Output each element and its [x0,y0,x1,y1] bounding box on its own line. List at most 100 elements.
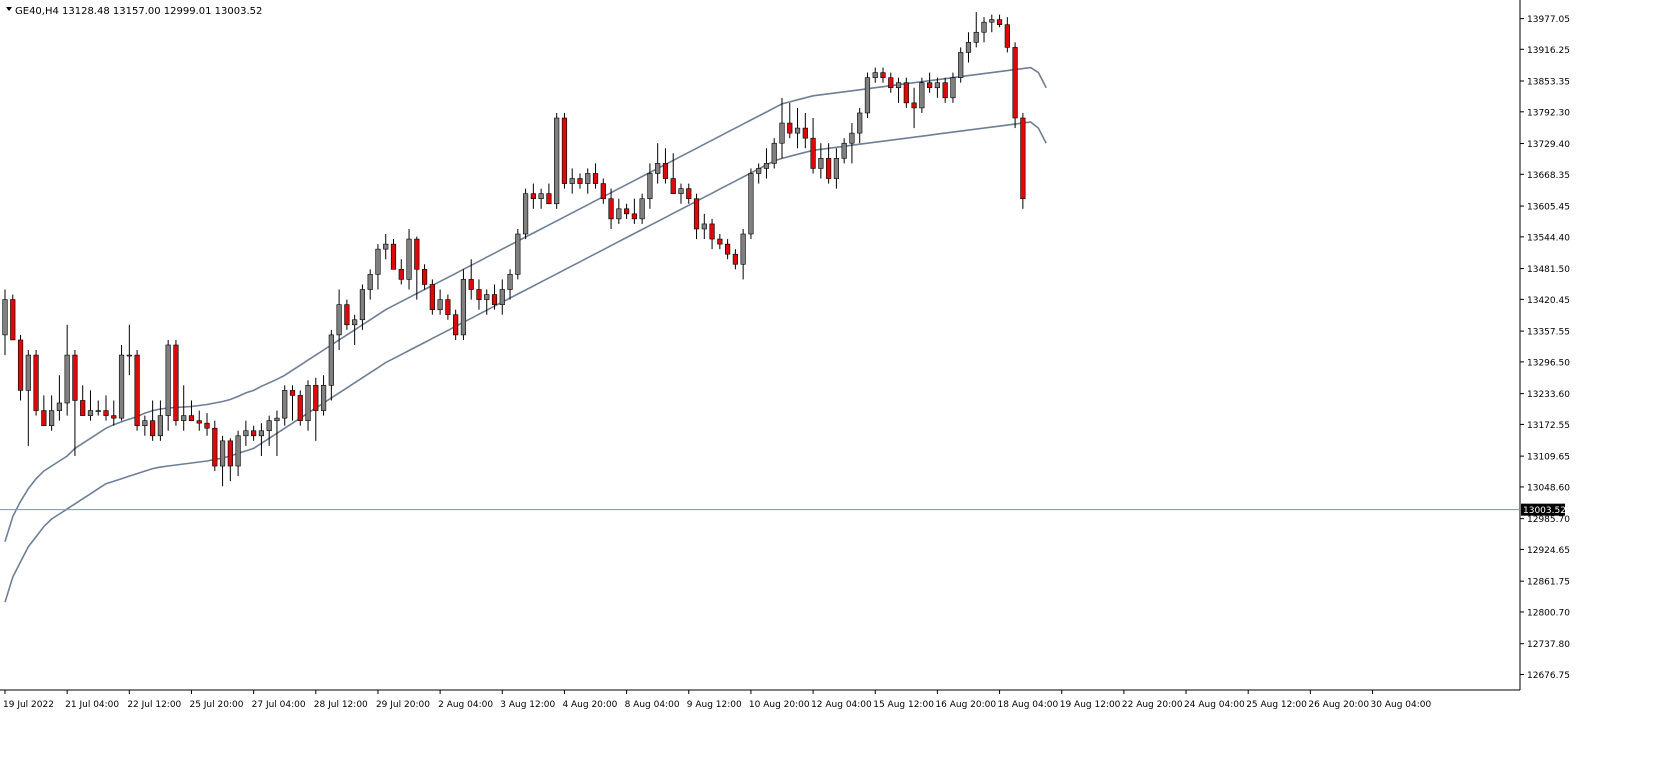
candle-body [219,440,226,467]
candle-body [266,420,272,432]
x-tick-label: 22 Aug 20:00 [1122,700,1183,710]
candle-body [359,289,366,321]
candle-body [592,173,599,184]
candle-body [864,77,871,114]
candle-body [484,294,490,300]
candle-body [297,395,303,421]
y-tick-label: 12985.70 [1527,515,1570,525]
x-tick-label: 26 Aug 20:00 [1308,700,1369,710]
candle-body [655,163,661,174]
candle-body [818,158,824,169]
y-tick-label: 12737.80 [1527,640,1570,650]
x-tick-label: 12 Aug 04:00 [811,700,872,710]
candle-body [406,238,412,280]
y-tick-label: 13792.30 [1527,108,1570,118]
candle [33,350,39,416]
candle-body [771,142,777,164]
candle-body [491,294,498,305]
x-tick-label: 27 Jul 04:00 [252,700,306,710]
candle-body [849,132,855,144]
x-tick-label: 19 Aug 12:00 [1060,700,1121,710]
candle [173,339,179,426]
candle-body [538,193,544,200]
y-tick-label: 13233.60 [1527,390,1570,400]
candle-body [468,279,474,290]
candle [864,72,871,119]
x-tick-label: 2 Aug 04:00 [438,700,493,710]
candle-body [150,420,156,437]
candle-body [989,19,995,23]
candle-body [833,158,839,179]
candle-body [872,72,878,78]
candle-body [437,299,443,310]
y-tick-label: 13668.35 [1527,171,1570,181]
candle-body [429,284,435,310]
candle [515,228,521,280]
candle [522,188,529,240]
candle-body [188,415,195,421]
candle-body [530,193,536,200]
candle [958,47,964,83]
candle-body [996,19,1003,25]
candle-body [414,238,420,270]
candle-body [134,354,140,426]
candle-body [103,410,109,416]
chart-window: 13977.05 13916.25 13853.35 13792.30 13729.40… [0,0,1657,753]
candle-body [173,344,179,421]
candle [212,420,218,472]
candle [919,77,925,113]
chart-header: GE40,H4 13128.48 13157.00 12999.01 13003… [6,6,262,17]
candle-body [647,173,653,200]
candle-body [810,137,816,169]
candle-body [227,440,233,467]
x-tick-label: 9 Aug 12:00 [687,700,742,710]
x-tick-label: 18 Aug 04:00 [998,700,1059,710]
candle-body [623,208,630,215]
y-tick-label: 13296.50 [1527,358,1570,368]
y-tick-label: 12861.75 [1527,578,1570,588]
candle-body [313,385,319,411]
candle-body [554,117,560,205]
y-tick-label: 13172.55 [1527,421,1570,431]
candle [429,279,435,315]
candle-body [779,122,785,144]
candle-body [616,208,622,220]
candle-body [717,238,723,245]
candle-body [756,168,762,174]
candle-body [41,410,47,426]
candle-body [196,420,202,424]
y-tick-label: 13853.35 [1527,78,1570,88]
x-tick-label: 16 Aug 20:00 [935,700,996,710]
candle-body [80,400,86,416]
candle-body [95,410,101,412]
candle-body [2,299,8,336]
candle-body [763,163,770,169]
candle-body [965,42,972,53]
candlestick-chart[interactable]: 13977.05 13916.25 13853.35 13792.30 13729.40… [0,0,1657,753]
x-tick-label: 10 Aug 20:00 [749,700,810,710]
candle-body [911,102,917,109]
y-tick-label: 13605.45 [1527,203,1570,213]
candle-body [686,188,692,200]
candle-body [927,82,933,89]
x-tick-label: 19 Jul 2022 [3,700,54,710]
x-tick-label: 4 Aug 20:00 [562,700,617,710]
candle-body [10,299,16,341]
candle-body [1012,47,1018,119]
candle [17,334,24,401]
y-tick-label: 13916.25 [1527,46,1570,56]
candle-body [725,243,731,255]
x-tick-label: 25 Jul 20:00 [189,700,243,710]
candle-body [398,269,404,280]
candle-body [888,77,894,89]
candle-body [375,248,381,275]
plot-background [0,0,1657,753]
candle-body [49,410,55,426]
candle [748,168,754,240]
candle-body [328,334,334,386]
x-tick-label: 30 Aug 04:00 [1371,700,1432,710]
candle-body [1004,24,1010,48]
candle-body [895,82,902,89]
candle-body [561,117,568,184]
candle-body [212,427,218,467]
